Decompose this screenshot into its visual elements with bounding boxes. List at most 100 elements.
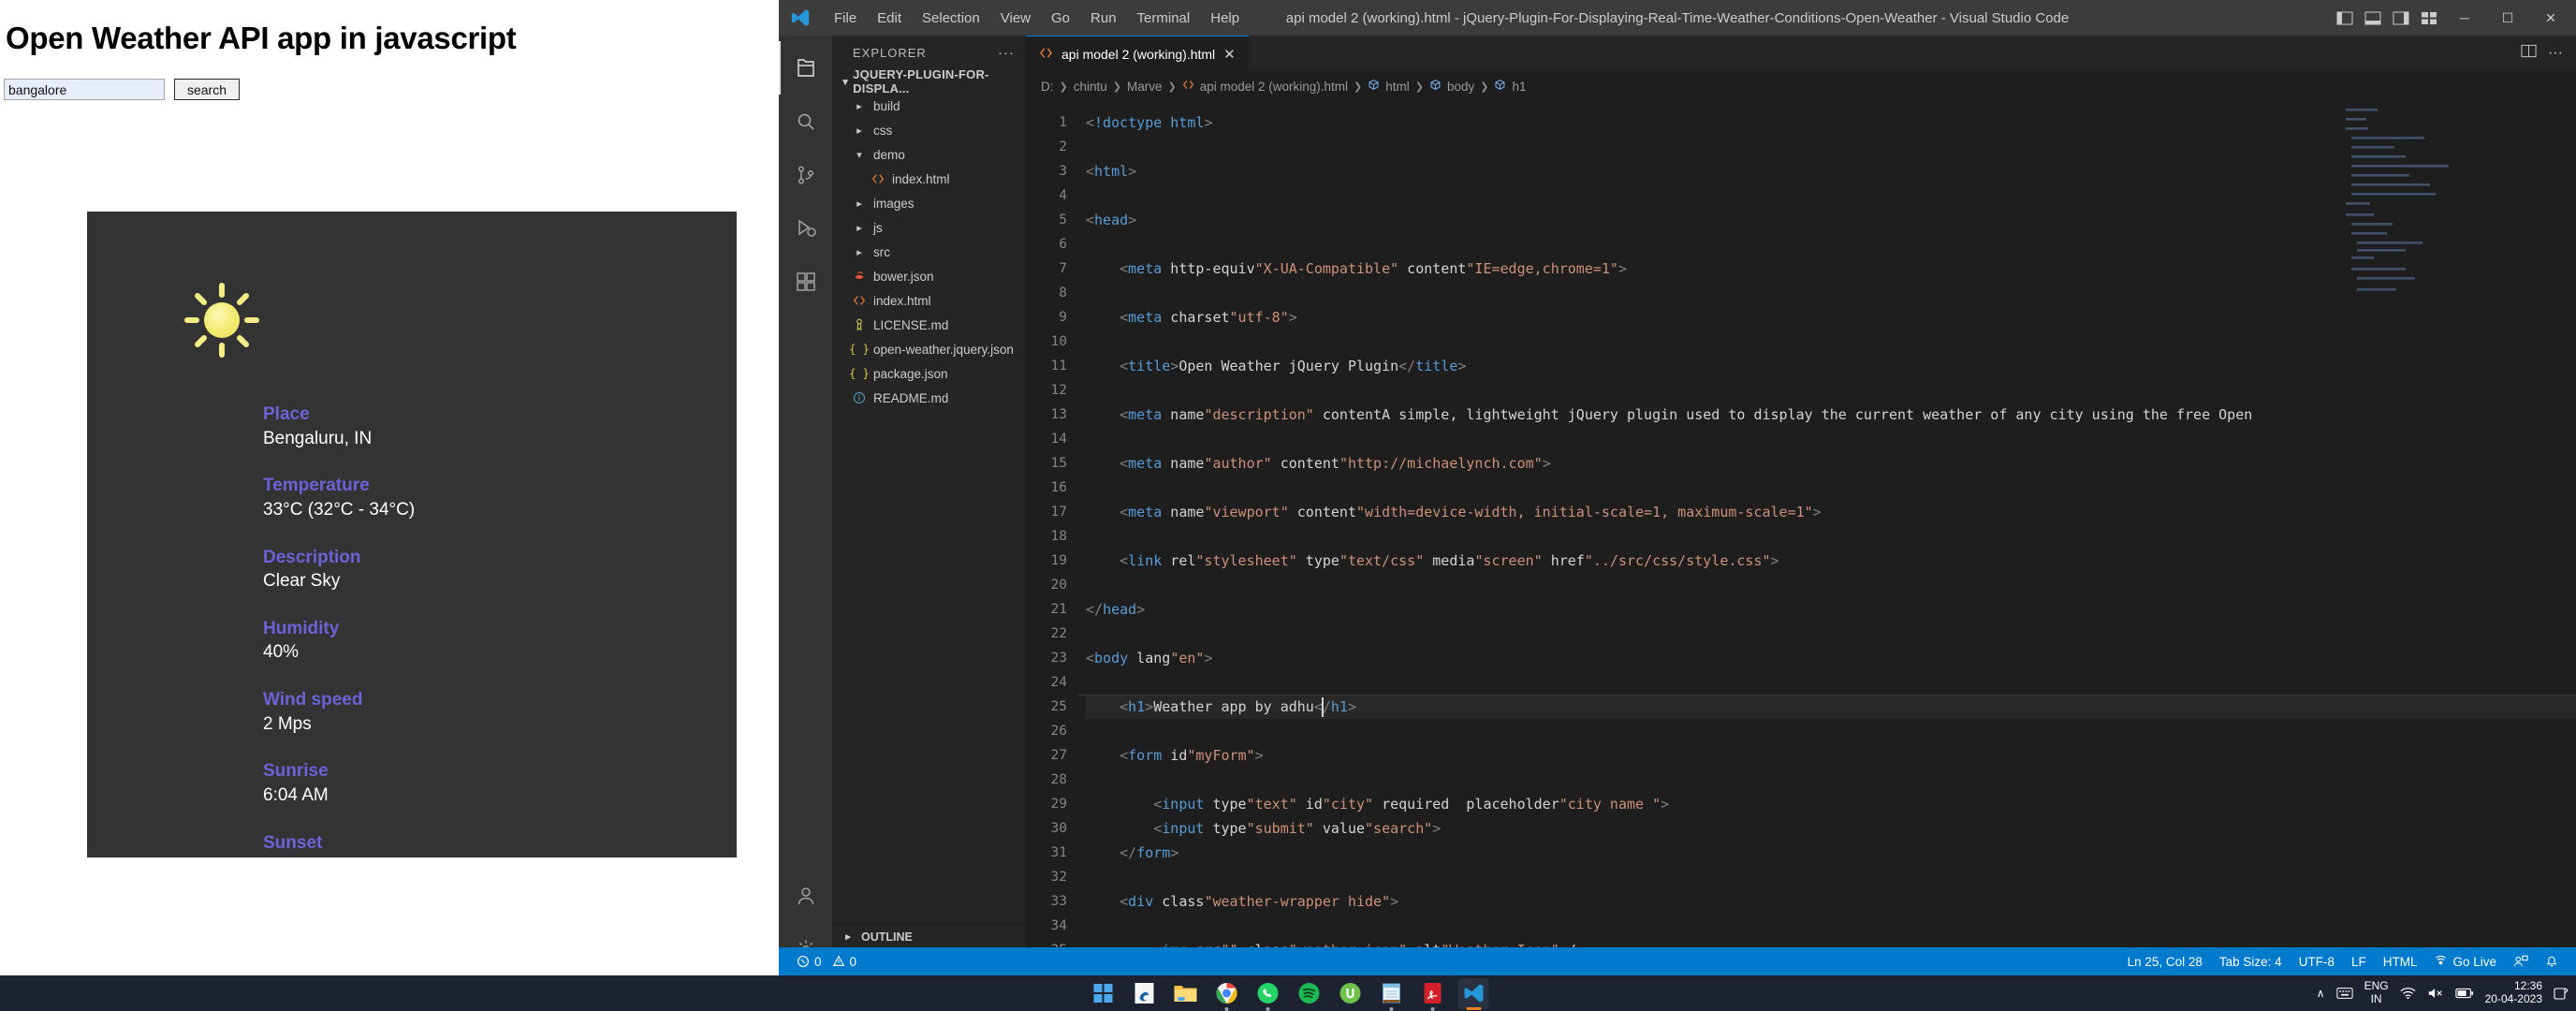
- breadcrumb-item[interactable]: body: [1429, 79, 1474, 94]
- chrome-icon[interactable]: [1211, 978, 1242, 1009]
- spotify-icon[interactable]: [1294, 978, 1325, 1009]
- minimize-button[interactable]: ─: [2445, 0, 2484, 36]
- panel-left-icon[interactable]: [2333, 6, 2357, 30]
- end-of-line[interactable]: LF: [2343, 947, 2375, 975]
- code-line[interactable]: [1086, 719, 2576, 743]
- sidebar-more-actions-icon[interactable]: ···: [998, 45, 1015, 61]
- language-mode[interactable]: HTML: [2375, 947, 2426, 975]
- menu-item-run[interactable]: Run: [1080, 7, 1127, 30]
- volume-muted-icon[interactable]: [2427, 987, 2444, 1000]
- explorer-icon[interactable]: [779, 41, 832, 95]
- minimap[interactable]: [2342, 105, 2454, 311]
- go-live-button[interactable]: Go Live: [2425, 947, 2505, 975]
- menu-item-file[interactable]: File: [824, 7, 867, 30]
- code-line[interactable]: [1086, 865, 2576, 889]
- code-line[interactable]: <link rel"stylesheet" type"text/css" med…: [1086, 549, 2576, 573]
- tree-file[interactable]: LICENSE.md: [832, 313, 1026, 337]
- tab-api-model-2[interactable]: api model 2 (working).html ✕: [1026, 36, 1249, 71]
- code-line[interactable]: [1086, 914, 2576, 938]
- code-line[interactable]: [1086, 670, 2576, 695]
- menu-item-help[interactable]: Help: [1200, 7, 1250, 30]
- code-line[interactable]: <form id"myForm">: [1086, 743, 2576, 768]
- tree-file[interactable]: { } package.json: [832, 361, 1026, 386]
- tree-folder[interactable]: ▸ build: [832, 94, 1026, 118]
- notepad-icon[interactable]: [1376, 978, 1407, 1009]
- code-line[interactable]: [1086, 524, 2576, 549]
- acrobat-reader-icon[interactable]: [1417, 978, 1448, 1009]
- tree-folder[interactable]: ▸ src: [832, 240, 1026, 264]
- tree-folder[interactable]: ▸ css: [832, 118, 1026, 142]
- code-line[interactable]: <input type"text" id"city" required plac…: [1086, 792, 2576, 816]
- code-line[interactable]: <div class"weather-wrapper hide">: [1086, 889, 2576, 914]
- code-line[interactable]: [1086, 330, 2576, 354]
- tree-folder[interactable]: ▸ images: [832, 191, 1026, 215]
- breadcrumb-item[interactable]: chintu: [1074, 80, 1107, 94]
- tree-file[interactable]: { } open-weather.jquery.json: [832, 337, 1026, 361]
- code-editor[interactable]: 1 2 3 4 5 6 7 8 9 10 11 12 13 14 15 16 17 18 19 20 21 22 23 24 2…: [1026, 101, 2576, 975]
- search-button[interactable]: search: [174, 79, 240, 100]
- menu-item-terminal[interactable]: Terminal: [1127, 7, 1201, 30]
- outline-panel[interactable]: ▸ OUTLINE: [832, 923, 1026, 949]
- search-icon[interactable]: [779, 95, 832, 148]
- keyboard-icon[interactable]: [2335, 987, 2353, 1000]
- cursor-position[interactable]: Ln 25, Col 28: [2119, 947, 2211, 975]
- code-line[interactable]: [1086, 622, 2576, 646]
- tree-file[interactable]: index.html: [832, 167, 1026, 191]
- notification-center-icon[interactable]: [2554, 987, 2569, 1001]
- tree-file[interactable]: README.md: [832, 386, 1026, 410]
- more-actions-icon[interactable]: ···: [2548, 45, 2563, 62]
- breadcrumb-item[interactable]: D:: [1041, 80, 1054, 94]
- menu-item-edit[interactable]: Edit: [867, 7, 912, 30]
- code-line[interactable]: <meta name"author" content"http://michae…: [1086, 451, 2576, 476]
- close-button[interactable]: ✕: [2531, 0, 2570, 36]
- file-explorer-icon[interactable]: [1170, 978, 1201, 1009]
- panel-right-icon[interactable]: [2389, 6, 2413, 30]
- show-hidden-icons-chevron-icon[interactable]: ∧: [2317, 987, 2325, 1000]
- code-line[interactable]: [1086, 573, 2576, 597]
- menu-bar[interactable]: File Edit Selection View Go Run Terminal Help: [824, 7, 1250, 30]
- tree-file[interactable]: index.html: [832, 288, 1026, 313]
- start-windows-icon[interactable]: [1088, 978, 1119, 1009]
- code-line[interactable]: <h1>Weather app by adhu</h1>: [1078, 695, 2576, 719]
- account-icon[interactable]: [779, 869, 832, 922]
- run-debug-icon[interactable]: [779, 201, 832, 255]
- encoding[interactable]: UTF-8: [2291, 947, 2343, 975]
- utorrent-icon[interactable]: [1335, 978, 1366, 1009]
- breadcrumb-item[interactable]: Marve: [1127, 80, 1163, 94]
- code-line[interactable]: [1086, 427, 2576, 451]
- breadcrumb-item[interactable]: h1: [1494, 79, 1527, 94]
- customize-layout-icon[interactable]: [2417, 6, 2441, 30]
- close-icon[interactable]: ✕: [1223, 46, 1236, 63]
- tab-size[interactable]: Tab Size: 4: [2211, 947, 2291, 975]
- menu-item-view[interactable]: View: [990, 7, 1041, 30]
- vscode-icon[interactable]: [1457, 977, 1489, 1009]
- tree-file[interactable]: bower.json: [832, 264, 1026, 288]
- code-line[interactable]: [1086, 378, 2576, 403]
- tree-folder[interactable]: ▾ demo: [832, 142, 1026, 167]
- source-control-icon[interactable]: [779, 148, 832, 201]
- feedback-icon[interactable]: [2505, 947, 2537, 975]
- menu-item-selection[interactable]: Selection: [912, 7, 990, 30]
- breadcrumb-item[interactable]: html: [1368, 79, 1410, 94]
- panel-bottom-icon[interactable]: [2361, 6, 2385, 30]
- problems-indicator[interactable]: 0 0: [788, 947, 865, 975]
- breadcrumb-item[interactable]: api model 2 (working).html: [1182, 79, 1348, 94]
- edge-icon[interactable]: [1129, 978, 1160, 1009]
- extensions-icon[interactable]: [779, 255, 832, 308]
- code-line[interactable]: <meta name"description" contentA simple,…: [1086, 403, 2576, 427]
- code-line[interactable]: </form>: [1086, 841, 2576, 865]
- code-line[interactable]: <body lang"en">: [1086, 646, 2576, 670]
- tree-folder[interactable]: ▸ js: [832, 215, 1026, 240]
- maximize-button[interactable]: ☐: [2488, 0, 2527, 36]
- notifications-bell-icon[interactable]: [2537, 947, 2567, 975]
- code-line[interactable]: [1086, 768, 2576, 792]
- wifi-icon[interactable]: [2400, 987, 2416, 1000]
- whatsapp-icon[interactable]: [1252, 978, 1283, 1009]
- code-line[interactable]: <title>Open Weather jQuery Plugin</title…: [1086, 354, 2576, 378]
- code-line[interactable]: [1086, 476, 2576, 500]
- city-input[interactable]: [4, 79, 165, 100]
- language-indicator[interactable]: ENG IN: [2364, 979, 2389, 1006]
- code-line[interactable]: </head>: [1086, 597, 2576, 622]
- code-line[interactable]: <meta name"viewport" content"width=devic…: [1086, 500, 2576, 524]
- battery-icon[interactable]: [2454, 988, 2474, 999]
